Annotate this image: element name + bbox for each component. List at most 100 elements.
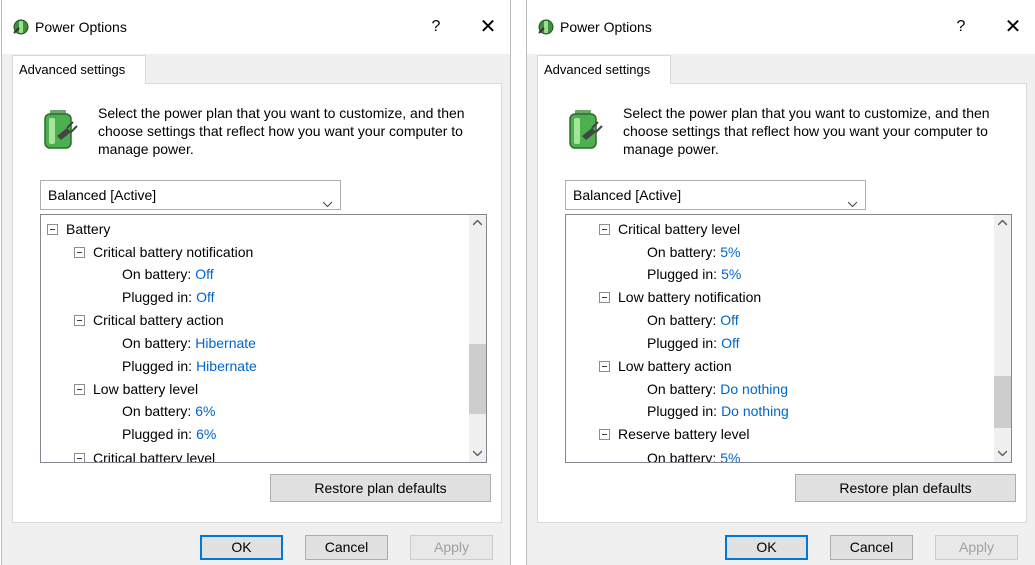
tree-node-battery[interactable]: Battery <box>47 218 110 240</box>
scroll-up-arrow-icon[interactable] <box>994 215 1011 232</box>
setting-value-link[interactable]: 6% <box>196 426 216 442</box>
description-text: Select the power plan that you want to c… <box>623 105 990 157</box>
tree-label: Reserve battery level <box>618 426 750 442</box>
tree-node-group[interactable]: Low battery action <box>599 355 732 377</box>
chevron-down-icon <box>322 190 333 208</box>
settings-tree[interactable]: Battery Critical battery notification On… <box>40 214 487 463</box>
setting-value-link[interactable]: Off <box>721 335 739 351</box>
collapse-minus-icon[interactable] <box>74 315 85 326</box>
setting-label: Plugged in: <box>122 358 193 374</box>
power-options-icon <box>537 18 555 36</box>
description-text: Select the power plan that you want to c… <box>98 105 465 157</box>
setting-value-link[interactable]: 5% <box>720 244 740 260</box>
tree-node-group[interactable]: Critical battery action <box>74 309 224 331</box>
advanced-settings-panel: Select the power plan that you want to c… <box>537 83 1027 523</box>
power-plan-value: Balanced [Active] <box>48 187 157 203</box>
setting-label: On battery: <box>647 244 717 260</box>
setting-value-link[interactable]: Do nothing <box>721 403 789 419</box>
chevron-down-icon <box>847 190 858 208</box>
tree-label: Critical battery notification <box>93 244 254 260</box>
power-plan-select[interactable]: Balanced [Active] <box>40 180 341 210</box>
tree-setting-row: Plugged in: Off <box>647 332 739 354</box>
collapse-minus-icon[interactable] <box>74 453 85 462</box>
tree-setting-row: On battery: Do nothing <box>647 378 788 400</box>
tree-node-group[interactable]: Low battery notification <box>599 286 761 308</box>
power-plan-select[interactable]: Balanced [Active] <box>565 180 866 210</box>
tree-node-group[interactable]: Low battery level <box>74 378 198 400</box>
setting-value-link[interactable]: Off <box>720 312 738 328</box>
power-plan-value: Balanced [Active] <box>573 187 682 203</box>
collapse-minus-icon[interactable] <box>599 361 610 372</box>
title-bar: Power Options ? ✕ <box>2 0 510 54</box>
setting-value-link[interactable]: Off <box>196 289 214 305</box>
title-bar: Power Options ? ✕ <box>527 0 1035 54</box>
collapse-minus-icon[interactable] <box>599 224 610 235</box>
scroll-up-arrow-icon[interactable] <box>469 215 486 232</box>
setting-value-link[interactable]: Hibernate <box>196 358 257 374</box>
setting-label: On battery: <box>122 266 192 282</box>
tab-advanced-settings[interactable]: Advanced settings <box>537 55 671 84</box>
setting-value-link[interactable]: 5% <box>721 266 741 282</box>
battery-plug-icon <box>37 106 81 152</box>
tree-node-group[interactable]: Critical battery level <box>599 218 740 240</box>
setting-label: On battery: <box>647 450 717 462</box>
apply-button: Apply <box>410 535 493 560</box>
scroll-down-arrow-icon[interactable] <box>994 445 1011 462</box>
setting-label: Plugged in: <box>122 426 193 442</box>
close-button[interactable]: ✕ <box>997 14 1029 40</box>
tree-setting-row: Plugged in: 5% <box>647 263 741 285</box>
setting-label: Plugged in: <box>122 289 193 305</box>
collapse-minus-icon[interactable] <box>47 224 58 235</box>
tree-label: Critical battery action <box>93 312 224 328</box>
window-title: Power Options <box>35 19 127 35</box>
setting-label: Plugged in: <box>647 266 718 282</box>
setting-label: On battery: <box>647 381 717 397</box>
collapse-minus-icon[interactable] <box>74 247 85 258</box>
tree-content: Critical battery level On battery: 5% Plu… <box>566 215 993 462</box>
settings-tree[interactable]: Critical battery level On battery: 5% Plu… <box>565 214 1012 463</box>
setting-label: On battery: <box>122 335 192 351</box>
setting-value-link[interactable]: Hibernate <box>195 335 256 351</box>
tree-setting-row: Plugged in: Hibernate <box>122 355 257 377</box>
help-button[interactable]: ? <box>424 14 448 40</box>
help-button[interactable]: ? <box>949 14 973 40</box>
restore-plan-defaults-button[interactable]: Restore plan defaults <box>795 474 1016 502</box>
vertical-scrollbar[interactable] <box>994 215 1011 462</box>
collapse-minus-icon[interactable] <box>74 384 85 395</box>
tree-label: Low battery notification <box>618 289 762 305</box>
tree-node-group[interactable]: Reserve battery level <box>599 423 750 445</box>
tree-label: Low battery level <box>93 381 199 397</box>
setting-value-link[interactable]: 5% <box>720 450 740 462</box>
scroll-down-arrow-icon[interactable] <box>469 445 486 462</box>
power-options-dialog-right: Power Options ? ✕ Advanced settings Sele… <box>526 0 1035 565</box>
setting-label: On battery: <box>647 312 717 328</box>
tree-setting-row: On battery: Hibernate <box>122 332 256 354</box>
ok-button[interactable]: OK <box>200 535 283 560</box>
tree-label: Critical battery level <box>618 221 741 237</box>
tree-setting-row: On battery: 6% <box>122 400 216 422</box>
tree-label: Critical battery level <box>93 450 216 462</box>
tab-advanced-settings[interactable]: Advanced settings <box>12 55 146 84</box>
restore-plan-defaults-button[interactable]: Restore plan defaults <box>270 474 491 502</box>
advanced-settings-panel: Select the power plan that you want to c… <box>12 83 502 523</box>
setting-value-link[interactable]: 6% <box>195 403 215 419</box>
scrollbar-thumb[interactable] <box>994 376 1011 428</box>
tree-label: Battery <box>66 221 111 237</box>
ok-button[interactable]: OK <box>725 535 808 560</box>
close-button[interactable]: ✕ <box>472 14 504 40</box>
cancel-button[interactable]: Cancel <box>305 535 388 560</box>
tree-label: Low battery action <box>618 358 732 374</box>
vertical-scrollbar[interactable] <box>469 215 486 462</box>
tree-setting-row: On battery: Off <box>122 263 214 285</box>
power-options-dialog-left: Power Options ? ✕ Advanced settings Sele… <box>1 0 511 565</box>
window-title: Power Options <box>560 19 652 35</box>
tree-node-group[interactable]: Critical battery level <box>74 447 215 462</box>
collapse-minus-icon[interactable] <box>599 292 610 303</box>
scrollbar-thumb[interactable] <box>469 344 486 414</box>
setting-value-link[interactable]: Off <box>195 266 213 282</box>
setting-value-link[interactable]: Do nothing <box>720 381 788 397</box>
cancel-button[interactable]: Cancel <box>830 535 913 560</box>
setting-label: Plugged in: <box>647 335 718 351</box>
collapse-minus-icon[interactable] <box>599 429 610 440</box>
tree-node-group[interactable]: Critical battery notification <box>74 241 253 263</box>
